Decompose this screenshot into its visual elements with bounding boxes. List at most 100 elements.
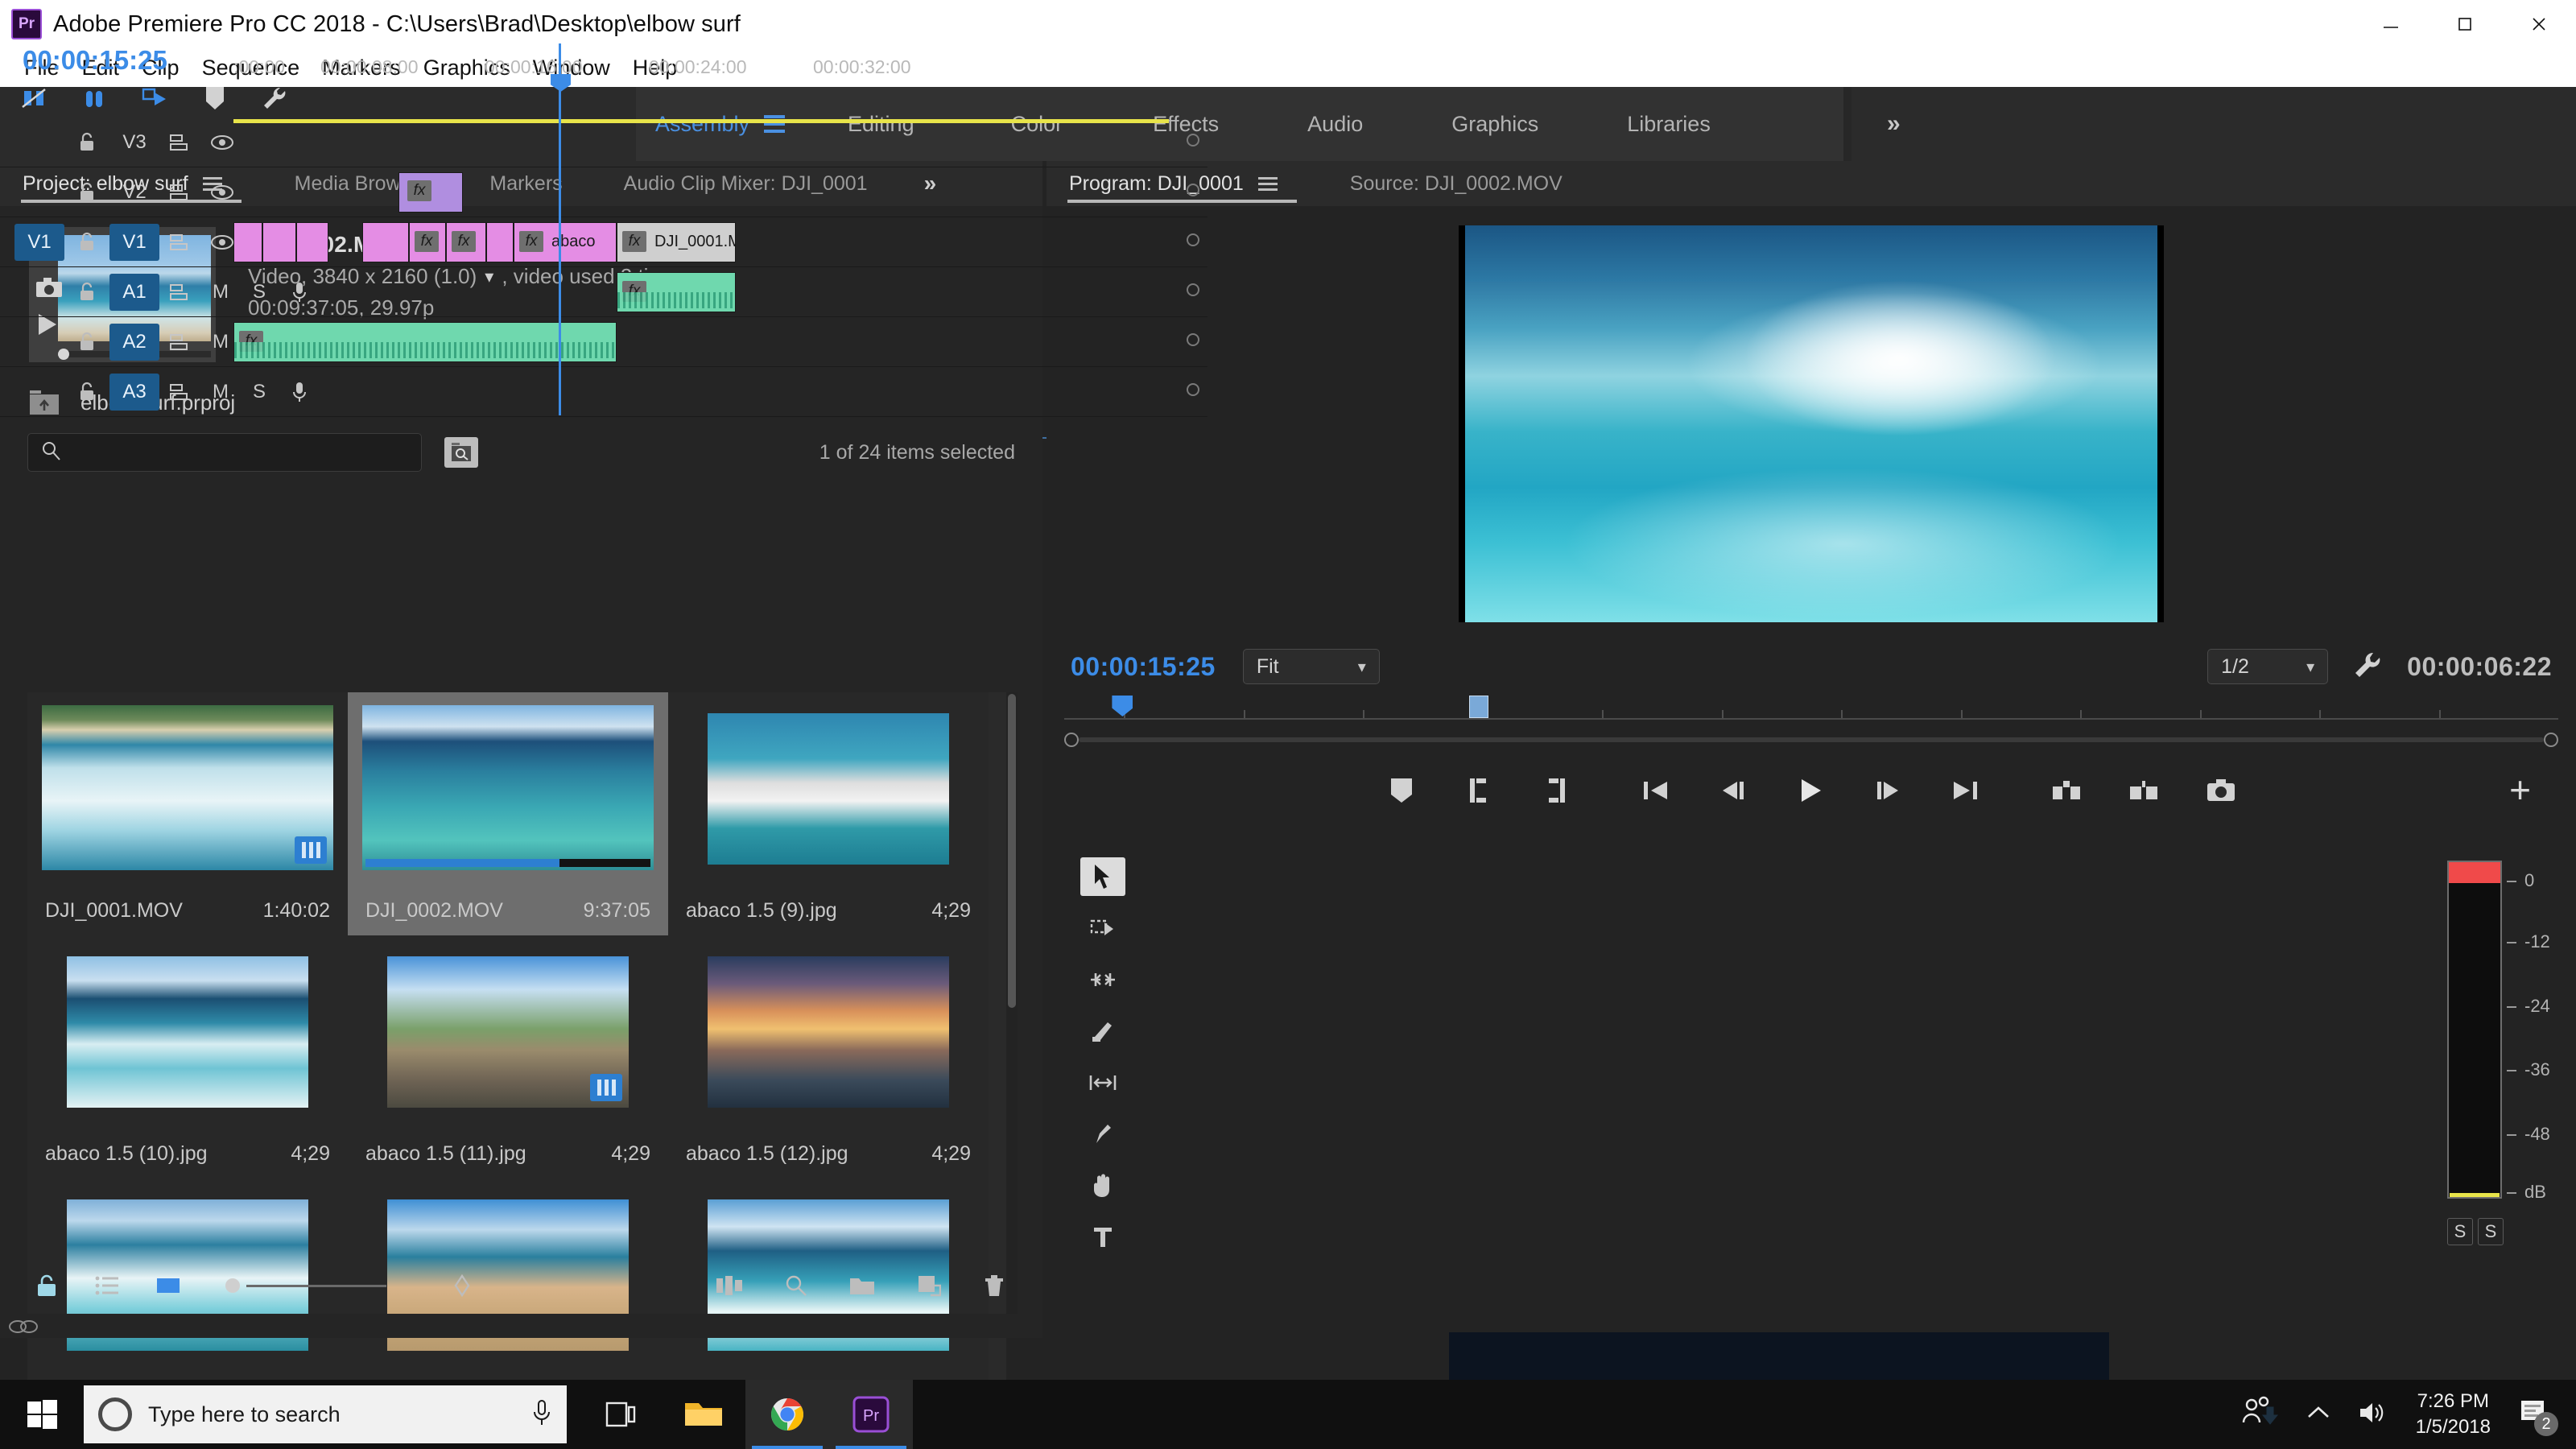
timeline-clip[interactable]: fx <box>446 222 486 262</box>
clip-indicator-right[interactable] <box>2475 862 2500 883</box>
zoom-slider[interactable] <box>225 1278 386 1294</box>
razor-tool-icon[interactable] <box>1080 1012 1125 1051</box>
cortana-icon[interactable] <box>98 1397 132 1431</box>
track-clips-v3[interactable] <box>233 118 1169 167</box>
sync-lock-icon[interactable] <box>159 233 201 252</box>
timeline-ruler[interactable]: :00:00 00:00:08:00 00:00:16:00 00:00:24:… <box>233 45 2576 87</box>
program-zoom-right-handle[interactable] <box>2544 733 2558 747</box>
program-ruler-track[interactable] <box>1064 696 2558 720</box>
snap-icon[interactable] <box>21 86 47 114</box>
track-name-a3[interactable]: A3 <box>109 374 159 411</box>
fit-dropdown[interactable]: Fit ▾ <box>1243 649 1380 684</box>
start-button[interactable] <box>0 1380 84 1449</box>
track-select-forward-tool-icon[interactable] <box>1080 909 1125 947</box>
timeline-playhead-timecode[interactable]: 00:00:15:25 <box>23 45 167 76</box>
track-height-knob[interactable] <box>1187 333 1199 346</box>
linked-selection-icon[interactable] <box>82 86 106 114</box>
track-height-knob[interactable] <box>1187 233 1199 246</box>
lock-track-icon[interactable] <box>71 282 103 303</box>
maximize-button[interactable] <box>2428 0 2502 48</box>
track-name-a1[interactable]: A1 <box>109 274 159 311</box>
track-height-knob[interactable] <box>1187 134 1199 147</box>
program-zoom-scrollbar[interactable] <box>1064 729 2558 752</box>
sync-lock-icon[interactable] <box>159 183 201 202</box>
wrench-icon[interactable] <box>261 85 288 115</box>
track-name-v1[interactable]: V1 <box>109 224 159 261</box>
solo-button-right[interactable]: S <box>2478 1218 2504 1245</box>
track-clips-v2[interactable]: fx <box>233 167 1169 217</box>
project-item-abaco12[interactable]: abaco 1.5 (12).jpg 4;29 <box>668 935 989 1179</box>
export-frame-icon[interactable] <box>2199 769 2243 812</box>
step-forward-icon[interactable] <box>1866 769 1909 812</box>
timeline-clip[interactable] <box>486 222 514 262</box>
sync-lock-icon[interactable] <box>159 332 201 352</box>
taskbar-clock[interactable]: 7:26 PM 1/5/2018 <box>2416 1389 2491 1440</box>
taskbar-premiere-pro[interactable]: Pr <box>829 1380 913 1449</box>
taskbar-search-box[interactable]: Type here to search <box>84 1385 567 1443</box>
project-item-abaco9[interactable]: abaco 1.5 (9).jpg 4;29 <box>668 692 989 935</box>
track-height-knob[interactable] <box>1187 184 1199 196</box>
item-progress-bar[interactable] <box>365 859 650 867</box>
people-icon[interactable] <box>2242 1396 2279 1434</box>
action-center-icon[interactable]: 2 <box>2518 1396 2555 1433</box>
clip-indicator-left[interactable] <box>2449 862 2475 883</box>
find-button[interactable] <box>444 437 478 468</box>
sort-icon[interactable] <box>451 1274 473 1297</box>
project-item-dji0001[interactable]: DJI_0001.MOV 1:40:02 <box>27 692 348 935</box>
type-tool-icon[interactable] <box>1080 1218 1125 1257</box>
program-playhead[interactable] <box>1112 696 1133 716</box>
pen-tool-icon[interactable] <box>1080 1115 1125 1154</box>
project-item-abaco11[interactable]: abaco 1.5 (11).jpg 4;29 <box>348 935 668 1179</box>
hand-tool-icon[interactable] <box>1080 1166 1125 1205</box>
timeline-clip[interactable] <box>233 222 262 262</box>
timeline-clip[interactable] <box>362 222 409 262</box>
program-monitor-menu-icon[interactable] <box>1258 177 1278 191</box>
source-patch-a3[interactable] <box>14 374 64 411</box>
lock-track-icon[interactable] <box>71 182 103 203</box>
timeline-clip[interactable]: fx abaco <box>514 222 617 262</box>
wrench-icon[interactable] <box>2352 650 2383 684</box>
step-back-icon[interactable] <box>1711 769 1755 812</box>
workspace-tab-libraries[interactable]: Libraries <box>1627 87 1711 161</box>
lock-track-icon[interactable] <box>71 232 103 253</box>
taskbar-file-explorer[interactable] <box>662 1380 745 1449</box>
track-height-knob[interactable] <box>1187 383 1199 396</box>
icon-view-icon[interactable] <box>156 1275 180 1296</box>
volume-icon[interactable] <box>2358 1400 2388 1430</box>
add-marker-icon[interactable] <box>1380 769 1423 812</box>
workspace-overflow-button[interactable]: » <box>1852 87 2576 161</box>
lock-track-icon[interactable] <box>71 382 103 402</box>
track-clips-a1[interactable]: fx <box>233 267 1169 316</box>
zoom-slider-knob[interactable] <box>225 1278 240 1293</box>
program-video-area[interactable] <box>1046 206 2576 641</box>
search-input[interactable] <box>70 441 376 464</box>
sync-lock-icon[interactable] <box>159 283 201 302</box>
source-patch-v2[interactable] <box>14 174 64 211</box>
play-button[interactable] <box>1789 769 1832 812</box>
microphone-icon[interactable] <box>531 1399 552 1430</box>
selection-tool-icon[interactable] <box>1080 857 1125 896</box>
program-current-timecode[interactable]: 00:00:15:25 <box>1071 652 1216 682</box>
track-height-knob[interactable] <box>1187 283 1199 296</box>
search-field[interactable] <box>27 433 422 472</box>
program-inout-marker[interactable] <box>1469 696 1488 718</box>
timeline-clip[interactable] <box>296 222 328 262</box>
resolution-dropdown[interactable]: 1/2 ▾ <box>2207 649 2328 684</box>
track-name-a2[interactable]: A2 <box>109 324 159 361</box>
extract-icon[interactable] <box>2122 769 2165 812</box>
source-patch-a1[interactable] <box>14 274 64 311</box>
track-clips-a2[interactable]: fx <box>233 317 1169 366</box>
zoom-slider-track[interactable] <box>246 1285 386 1287</box>
delete-icon[interactable] <box>983 1274 1005 1298</box>
timeline-clip[interactable]: fx DJI_0001.MO <box>617 222 736 262</box>
lock-track-icon[interactable] <box>71 332 103 353</box>
new-bin-icon[interactable] <box>849 1275 875 1296</box>
source-patch-v1[interactable]: V1 <box>14 224 64 261</box>
ripple-edit-tool-icon[interactable] <box>1080 960 1125 999</box>
timeline-clip[interactable]: fx <box>617 272 736 312</box>
track-clips-v1[interactable]: fx fx fx abaco fx DJI_0001.MO <box>233 217 1169 266</box>
go-to-out-icon[interactable] <box>1943 769 1987 812</box>
program-zoom-left-handle[interactable] <box>1064 733 1079 747</box>
go-to-in-icon[interactable] <box>1634 769 1678 812</box>
project-item-abaco10[interactable]: abaco 1.5 (10).jpg 4;29 <box>27 935 348 1179</box>
